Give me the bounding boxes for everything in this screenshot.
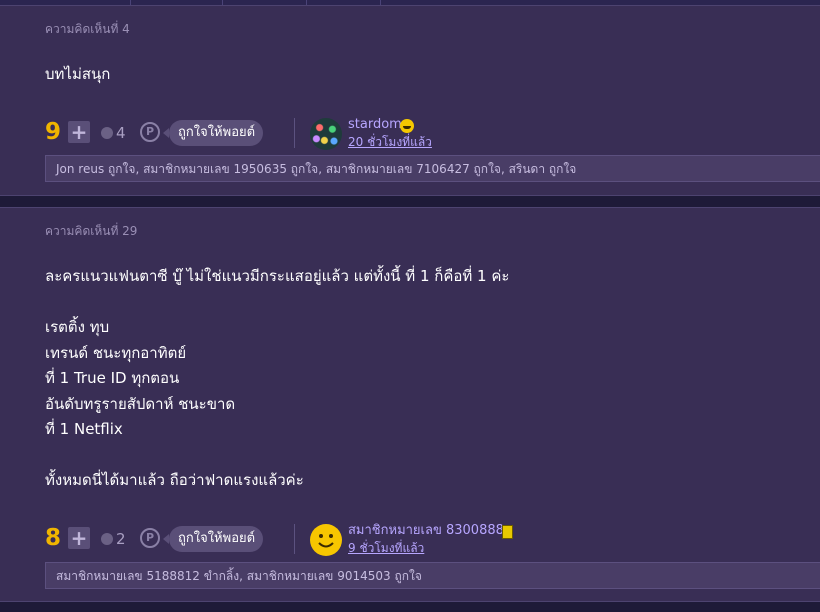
- smiley-face-icon: [318, 534, 334, 548]
- plus-vote-button[interactable]: +: [68, 527, 90, 549]
- comment-body: บทไม่สนุก: [45, 65, 111, 83]
- emotion-icon[interactable]: [101, 127, 113, 139]
- comment-number-label: ความคิดเห็นที่ 29: [45, 224, 138, 238]
- point-icon[interactable]: P: [140, 122, 160, 142]
- user-name-link[interactable]: สมาชิกหมายเลข 8300888: [348, 523, 504, 539]
- smiley-avatar[interactable]: [310, 524, 342, 556]
- grin-emoji-icon: [400, 119, 414, 133]
- comment-number-label: ความคิดเห็นที่ 4: [45, 22, 130, 36]
- comment-card: ความคิดเห็นที่ 4 บทไม่สนุก 9 + 4 P ถูกใจ…: [0, 5, 820, 196]
- divider: [294, 118, 295, 148]
- time-ago-link[interactable]: 20 ชั่วโมงที่แล้ว: [348, 134, 432, 150]
- user-name-link[interactable]: stardom: [348, 117, 402, 133]
- id-card-icon: [502, 525, 513, 539]
- emotion-count: 2: [116, 530, 126, 548]
- comment-card: ความคิดเห็นที่ 29 ละครแนวแฟนตาซี บู๊ ไม่…: [0, 207, 820, 602]
- point-icon[interactable]: P: [140, 528, 160, 548]
- user-avatar[interactable]: [310, 118, 342, 150]
- comment-score: 9: [45, 119, 62, 145]
- reactions-list[interactable]: Jon reus ถูกใจ, สมาชิกหมายเลข 1950635 ถู…: [45, 155, 820, 182]
- comment-body: ละครแนวแฟนตาซี บู๊ ไม่ใช่แนวมีกระแสอยู่แ…: [45, 267, 510, 489]
- emotion-icon[interactable]: [101, 533, 113, 545]
- comment-score: 8: [45, 525, 62, 551]
- like-give-point-button[interactable]: ถูกใจให้พอยต์: [162, 120, 264, 146]
- plus-vote-button[interactable]: +: [68, 121, 90, 143]
- reactions-list[interactable]: สมาชิกหมายเลข 5188812 ขำกลิ้ง, สมาชิกหมา…: [45, 562, 820, 589]
- like-give-point-button[interactable]: ถูกใจให้พอยต์: [162, 526, 264, 552]
- time-ago-link[interactable]: 9 ชั่วโมงที่แล้ว: [348, 540, 424, 556]
- divider: [294, 524, 295, 554]
- emotion-count: 4: [116, 124, 126, 142]
